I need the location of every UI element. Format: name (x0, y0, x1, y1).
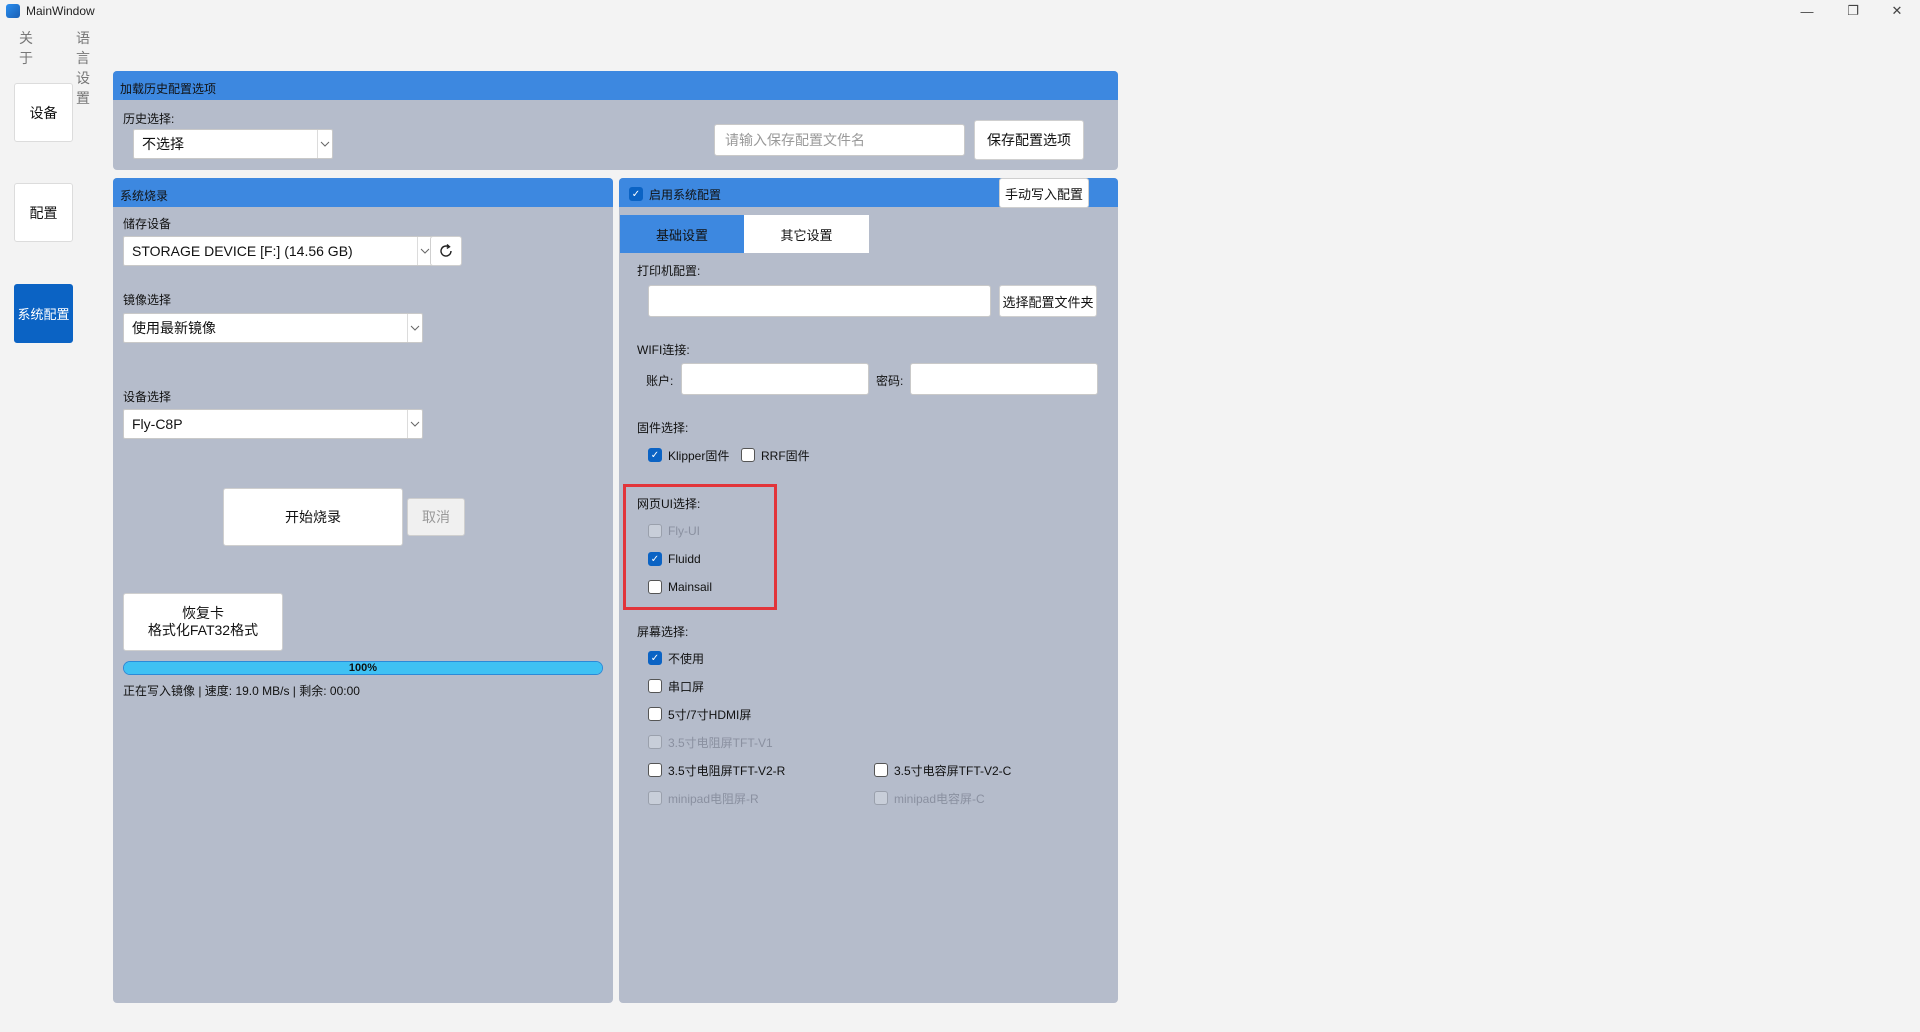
burn-header: 系统烧录 (113, 178, 613, 207)
manual-write-config-button[interactable]: 手动写入配置 (999, 178, 1089, 208)
window-title: MainWindow (26, 4, 95, 18)
webui-highlight-box (623, 484, 777, 610)
screen-tft-v1-checkbox[interactable]: 3.5寸电阻屏TFT-V1 (648, 734, 773, 750)
firmware-klipper-checkbox[interactable]: ✓ Klipper固件 (648, 447, 729, 463)
close-icon: ✕ (1891, 3, 1903, 18)
printer-config-input[interactable] (648, 285, 991, 317)
wifi-label: WIFI连接: (637, 343, 690, 357)
restore-card-button[interactable]: 恢复卡 格式化FAT32格式 (123, 593, 283, 651)
screen-minipad-c-checkbox[interactable]: minipad电容屏-C (874, 790, 985, 806)
title-bar (0, 0, 1920, 22)
wifi-password-label: 密码: (876, 374, 904, 388)
burn-progress-bar: 100% (123, 661, 603, 675)
check-icon: ✓ (648, 651, 662, 665)
enable-system-config-label: 启用系统配置 (649, 187, 722, 202)
screen-tft-v2-r-label: 3.5寸电阻屏TFT-V2-R (668, 763, 786, 778)
wifi-account-label: 账户: (646, 374, 674, 388)
device-select[interactable]: Fly-C8P (123, 409, 423, 439)
wifi-password-input[interactable] (910, 363, 1098, 395)
screen-tft-v2-c-checkbox[interactable]: 3.5寸电容屏TFT-V2-C (874, 762, 1011, 778)
minimize-icon: — (1800, 3, 1814, 19)
screen-minipad-c-label: minipad电容屏-C (894, 791, 985, 806)
screen-minipad-r-label: minipad电阻屏-R (668, 791, 759, 806)
wifi-account-input[interactable] (681, 363, 869, 395)
screen-hdmi-label: 5寸/7寸HDMI屏 (668, 707, 752, 722)
firmware-klipper-label: Klipper固件 (668, 448, 730, 463)
refresh-icon (440, 243, 452, 257)
image-select[interactable]: 使用最新镜像 (123, 313, 423, 343)
tab-other-settings[interactable]: 其它设置 (744, 215, 869, 253)
storage-select[interactable]: STORAGE DEVICE [F:] (14.56 GB) (123, 236, 433, 266)
nav-config-button[interactable]: 配置 (14, 183, 73, 242)
menu-language[interactable]: 语言设置 (76, 28, 90, 108)
maximize-icon: ❐ (1847, 3, 1859, 18)
screen-tft-v1-label: 3.5寸电阻屏TFT-V1 (668, 735, 773, 750)
screen-label: 屏幕选择: (637, 625, 689, 639)
screen-none-label: 不使用 (668, 651, 705, 666)
device-label: 设备选择 (123, 390, 172, 404)
image-label: 镜像选择 (123, 293, 172, 307)
device-select-value: Fly-C8P (132, 416, 183, 432)
restore-card-line1: 恢复卡 (182, 605, 224, 621)
chevron-down-icon (407, 314, 422, 342)
maximize-button[interactable]: ❐ (1833, 0, 1873, 22)
refresh-button[interactable] (430, 236, 462, 266)
storage-label: 储存设备 (123, 217, 172, 231)
restore-card-line2: 格式化FAT32格式 (147, 622, 259, 638)
select-config-folder-button[interactable]: 选择配置文件夹 (999, 285, 1097, 317)
screen-serial-checkbox[interactable]: 串口屏 (648, 678, 704, 694)
check-icon: ✓ (648, 448, 662, 462)
burn-panel: 系统烧录 储存设备 STORAGE DEVICE [F:] (14.56 GB)… (113, 178, 613, 1003)
config-filename-placeholder: 请输入保存配置文件名 (725, 132, 865, 148)
screen-none-checkbox[interactable]: ✓ 不使用 (648, 650, 704, 666)
history-panel: 加载历史配置选项 历史选择: 不选择 请输入保存配置文件名 保存配置选项 (113, 71, 1118, 170)
history-header: 加载历史配置选项 (113, 71, 1118, 100)
image-select-value: 使用最新镜像 (132, 320, 216, 336)
burn-status-text: 正在写入镜像 | 速度: 19.0 MB/s | 剩余: 00:00 (123, 684, 360, 698)
storage-select-value: STORAGE DEVICE [F:] (14.56 GB) (132, 243, 353, 259)
screen-minipad-r-checkbox[interactable]: minipad电阻屏-R (648, 790, 759, 806)
screen-tft-v2-r-checkbox[interactable]: 3.5寸电阻屏TFT-V2-R (648, 762, 785, 778)
minimize-button[interactable]: — (1787, 0, 1827, 22)
nav-device-button[interactable]: 设备 (14, 83, 73, 142)
tab-basic-settings[interactable]: 基础设置 (620, 215, 744, 253)
start-burn-button[interactable]: 开始烧录 (223, 488, 403, 546)
history-select-label: 历史选择: (123, 112, 175, 126)
menu-about[interactable]: 关于 (19, 28, 33, 68)
progress-label: 100% (348, 662, 378, 674)
nav-system-config-button[interactable]: 系统配置 (14, 284, 73, 343)
screen-tft-v2-c-label: 3.5寸电容屏TFT-V2-C (894, 763, 1012, 778)
firmware-rrf-label: RRF固件 (761, 448, 810, 463)
screen-hdmi-checkbox[interactable]: 5寸/7寸HDMI屏 (648, 706, 751, 722)
firmware-rrf-checkbox[interactable]: RRF固件 (741, 447, 810, 463)
chevron-down-icon (317, 130, 332, 158)
close-button[interactable]: ✕ (1877, 0, 1917, 22)
screen-serial-label: 串口屏 (668, 679, 705, 694)
history-select-value: 不选择 (142, 136, 184, 152)
enable-system-config-checkbox[interactable]: ✓ 启用系统配置 (629, 186, 721, 202)
config-filename-input[interactable]: 请输入保存配置文件名 (714, 124, 965, 156)
chevron-down-icon (407, 410, 422, 438)
app-icon (6, 4, 20, 18)
history-select[interactable]: 不选择 (133, 129, 333, 159)
check-icon: ✓ (629, 187, 643, 201)
save-config-button[interactable]: 保存配置选项 (974, 120, 1084, 160)
printer-config-label: 打印机配置: (637, 264, 701, 278)
cancel-burn-button[interactable]: 取消 (407, 498, 465, 536)
firmware-label: 固件选择: (637, 421, 689, 435)
